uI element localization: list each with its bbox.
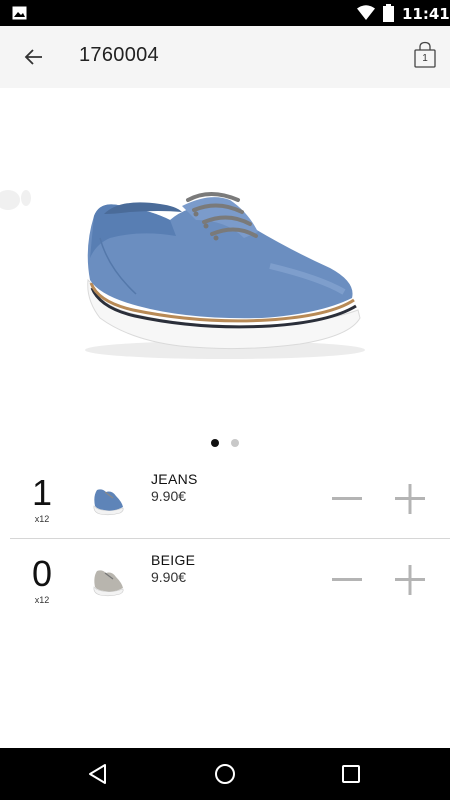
back-triangle-icon[interactable] [86,762,110,786]
arrow-left-icon[interactable] [22,45,46,69]
variant-row-jeans: 1 x12 JEANS 9.90€ [0,460,450,540]
variant-thumbnail [93,489,124,516]
product-image-carousel[interactable] [0,88,450,428]
variant-price: 9.90€ [151,488,187,504]
cart-button[interactable]: 1 [412,41,438,69]
page-title: 1760004 [79,44,159,66]
carousel-dot[interactable] [231,439,240,447]
app-bar: 1760004 1 [0,26,450,88]
variant-color-name: BEIGE [151,552,196,568]
variant-pack-size: x12 [34,595,50,605]
increase-quantity-button[interactable] [394,564,426,596]
variant-pack-size: x12 [34,514,50,524]
recents-square-icon[interactable] [339,762,363,786]
product-image [0,190,365,359]
variant-price: 9.90€ [151,569,187,585]
decrease-quantity-button[interactable] [331,564,363,596]
decrease-quantity-button[interactable] [331,483,363,515]
variant-quantity: 1 [31,472,53,513]
carousel-dot-active[interactable] [210,439,219,447]
system-navigation-bar [0,748,450,800]
increase-quantity-button[interactable] [394,483,426,515]
variant-color-name: JEANS [151,471,198,487]
wifi-icon [357,5,375,20]
variant-thumbnail [93,570,124,597]
carousel-page-indicator [0,434,450,447]
variant-row-beige: 0 x12 BEIGE 9.90€ [0,541,450,621]
variant-quantity: 0 [31,553,53,594]
status-bar: 11:41 [0,0,450,26]
home-circle-icon[interactable] [213,762,237,786]
row-divider [10,538,450,539]
gallery-icon [12,6,27,20]
status-time: 11:41 [402,5,450,23]
cart-count-badge: 1 [422,53,428,64]
battery-icon [383,4,394,22]
